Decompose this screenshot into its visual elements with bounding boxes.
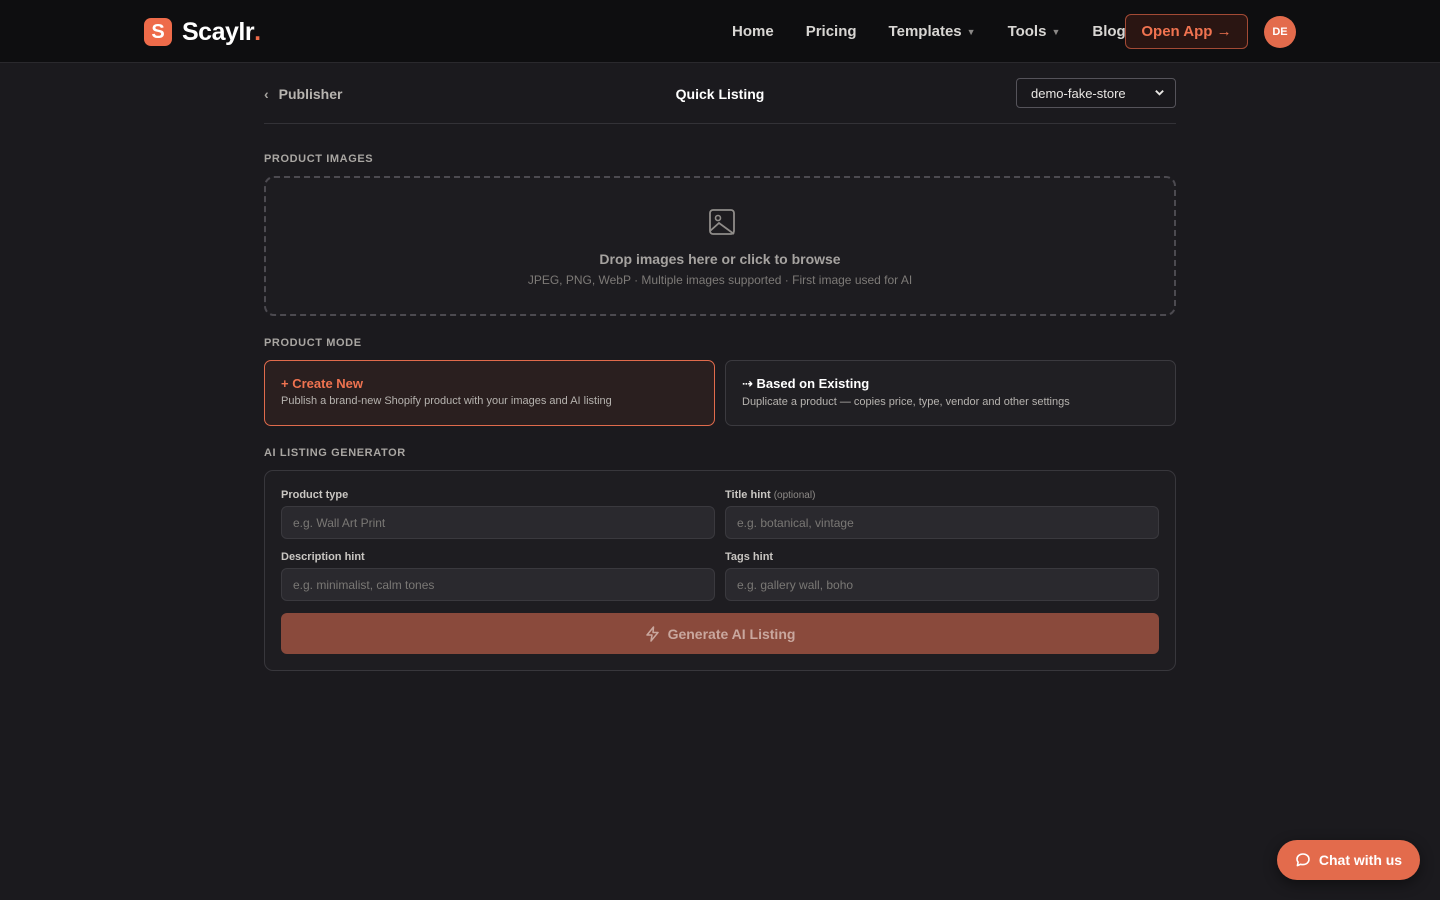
- chevron-down-icon: ▼: [1051, 26, 1061, 37]
- store-select-value: demo-fake-store: [1031, 85, 1126, 101]
- mode-option-based-on-existing[interactable]: ⇢ Based on Existing Duplicate a product …: [725, 360, 1176, 426]
- description-hint-input[interactable]: e.g. minimalist, calm tones: [281, 568, 715, 601]
- product-type-label: Product type: [281, 489, 348, 501]
- tags-hint-label: Tags hint: [725, 551, 773, 563]
- product-type-input[interactable]: e.g. Wall Art Print: [281, 506, 715, 539]
- mode-option-title: ⇢ Based on Existing: [742, 376, 870, 391]
- nav-link-home[interactable]: Home: [732, 23, 774, 40]
- title-hint-label-text: Title hint: [725, 489, 771, 501]
- tags-hint-input[interactable]: e.g. gallery wall, boho: [725, 568, 1159, 601]
- chevron-down-icon: ▼: [966, 26, 976, 37]
- description-hint-label-text: Description hint: [281, 551, 365, 563]
- store-select[interactable]: demo-fake-store: [1016, 78, 1176, 108]
- nav-link-label: Templates: [888, 23, 962, 40]
- product-type-label-text: Product type: [281, 489, 349, 501]
- section-label-product-mode: PRODUCT MODE: [264, 337, 362, 349]
- nav-link-tools[interactable]: Tools ▼: [1008, 23, 1061, 40]
- nav-link-label: Tools: [1007, 23, 1047, 40]
- open-app-button[interactable]: Open App →: [1125, 14, 1248, 49]
- avatar[interactable]: DE: [1264, 16, 1296, 48]
- brand-mark-icon: S: [144, 18, 172, 46]
- nav-link-blog[interactable]: Blog: [1092, 23, 1125, 40]
- generate-ai-listing-button[interactable]: Generate AI Listing: [281, 613, 1159, 654]
- brand-name: Scaylr: [182, 17, 255, 46]
- section-label-product-images: PRODUCT IMAGES: [264, 153, 374, 165]
- title-hint-label: Title hint (optional): [725, 489, 815, 501]
- image-icon: [709, 209, 735, 235]
- nav-link-label: Pricing: [805, 23, 857, 40]
- nav-link-label: Home: [732, 23, 774, 40]
- ai-generator-panel: Product type e.g. Wall Art Print Title h…: [264, 470, 1176, 671]
- dropzone-subtitle: JPEG, PNG, WebP · Multiple images suppor…: [527, 273, 913, 287]
- nav-links: Home Pricing Templates ▼ Tools ▼ Blog: [716, 0, 1142, 63]
- mode-option-title: + Create New: [281, 376, 364, 391]
- nav-link-templates[interactable]: Templates ▼: [889, 23, 976, 40]
- chat-with-us-button[interactable]: Chat with us: [1277, 840, 1420, 880]
- dropzone-title: Drop images here or click to browse: [599, 251, 841, 267]
- nav-link-pricing[interactable]: Pricing: [806, 23, 857, 40]
- top-navigation: S Scaylr. Home Pricing Templates ▼ Tools ▼…: [0, 0, 1440, 63]
- mode-option-create-new[interactable]: + Create New Publish a brand-new Shopify…: [264, 360, 715, 426]
- brand-dot: .: [254, 17, 262, 46]
- nav-link-label: Blog: [1092, 23, 1126, 40]
- optional-tag: (optional): [773, 490, 816, 501]
- mode-option-description: Duplicate a product — copies price, type…: [742, 396, 1070, 408]
- mode-option-description: Publish a brand-new Shopify product with…: [281, 395, 612, 407]
- chevron-down-icon: [1155, 90, 1164, 96]
- chat-label: Chat with us: [1318, 852, 1403, 868]
- section-label-ai-generator: AI LISTING GENERATOR: [264, 447, 406, 459]
- lightning-icon: [645, 625, 659, 642]
- image-dropzone[interactable]: Drop images here or click to browse JPEG…: [264, 176, 1176, 316]
- brand-logo[interactable]: S Scaylr.: [144, 17, 261, 47]
- description-hint-label: Description hint: [281, 551, 365, 563]
- generate-label: Generate AI Listing: [667, 625, 796, 642]
- page-header: ‹ Publisher Quick Listing demo-fake-stor…: [264, 78, 1176, 124]
- chat-bubble-icon: [1296, 853, 1310, 867]
- tags-hint-label-text: Tags hint: [725, 551, 774, 563]
- title-hint-input[interactable]: e.g. botanical, vintage: [725, 506, 1159, 539]
